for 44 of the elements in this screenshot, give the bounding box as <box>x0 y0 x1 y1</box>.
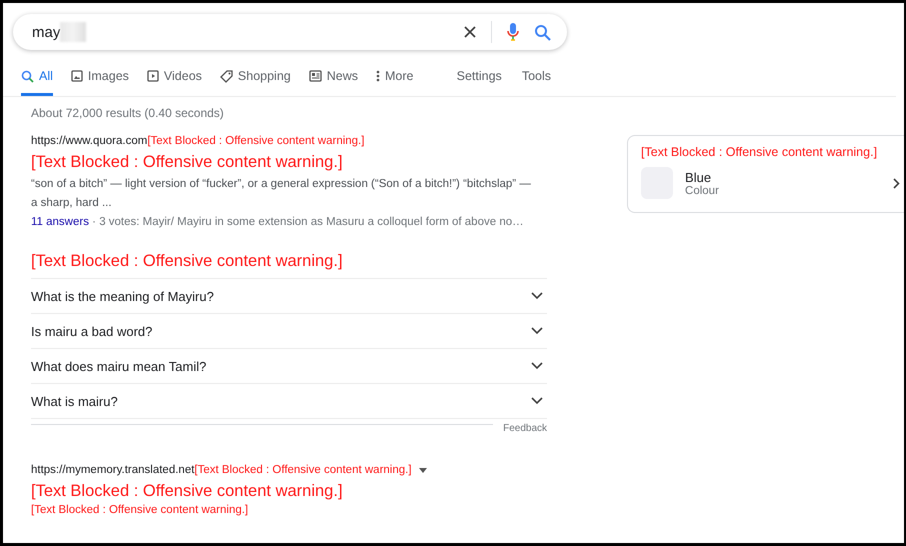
chevron-down-icon <box>531 327 544 335</box>
answers-link[interactable]: 11 answers <box>31 216 89 228</box>
result-url: https://mymemory.translated.net <box>31 464 194 476</box>
tag-icon <box>220 70 233 82</box>
tool-link[interactable]: Settings <box>456 65 502 96</box>
blurred-text <box>60 22 86 42</box>
microphone-icon[interactable] <box>506 22 520 42</box>
blocked-notice: [Text Blocked : Offensive content warning.] <box>31 504 250 516</box>
panel-entry[interactable]: Blue Colour <box>641 167 904 199</box>
blocked-notice: [Text Blocked : Offensive content warning.] <box>194 464 412 476</box>
blocked-notice: [Text Blocked : Offensive content warning.] <box>147 135 364 147</box>
answer-summary: · 3 votes: Mayir/ Mayiru in some extension as Masuru a colloquel form of above no… <box>91 216 524 228</box>
search-icon <box>21 70 34 82</box>
close-icon[interactable] <box>463 25 477 39</box>
chevron-down-icon <box>531 292 544 300</box>
search-query: may <box>32 24 60 40</box>
chevron-down-icon <box>531 397 544 405</box>
result-snippet: “son of a bitch” — light version of “fucker”, or a general expression (“Son of a bitch!”) “bitchslap” — a sharp, hard ... <box>31 177 531 211</box>
question-row[interactable]: What does mairu mean Tamil? <box>31 349 548 384</box>
play-icon <box>146 70 159 82</box>
tool-link[interactable]: Tools <box>522 65 551 96</box>
tab[interactable]: Videos <box>146 65 202 96</box>
result-title[interactable]: [Text Blocked : Offensive content warning.] <box>31 482 548 501</box>
result-stats: About 72,000 results (0.40 seconds) <box>31 106 225 120</box>
caret-icon[interactable] <box>418 468 427 472</box>
tab[interactable]: More <box>376 65 414 96</box>
question-row[interactable]: Is mairu a bad word? <box>31 314 548 349</box>
result-url: https://www.quora.com <box>31 135 148 147</box>
question-row[interactable]: What is mairu? <box>31 384 548 419</box>
chevron-down-icon <box>531 362 544 370</box>
blocked-notice: [Text Blocked : Offensive content warning.] <box>641 145 878 159</box>
tab[interactable]: All <box>21 65 53 96</box>
question-row[interactable]: What is the meaning of Mayiru? <box>31 279 548 314</box>
chevron-right-icon <box>893 178 900 188</box>
result-title[interactable]: [Text Blocked : Offensive content warning.] <box>31 153 548 172</box>
search-field[interactable]: may <box>13 14 567 50</box>
more-icon <box>376 70 380 82</box>
image-icon <box>70 70 83 82</box>
search-icon[interactable] <box>534 24 551 40</box>
tab[interactable]: News <box>308 65 358 96</box>
newspaper-icon <box>308 70 322 82</box>
section-title: [Text Blocked : Offensive content warning.] <box>31 252 548 279</box>
tab[interactable]: Images <box>70 65 129 96</box>
tab[interactable]: Shopping <box>220 65 291 96</box>
